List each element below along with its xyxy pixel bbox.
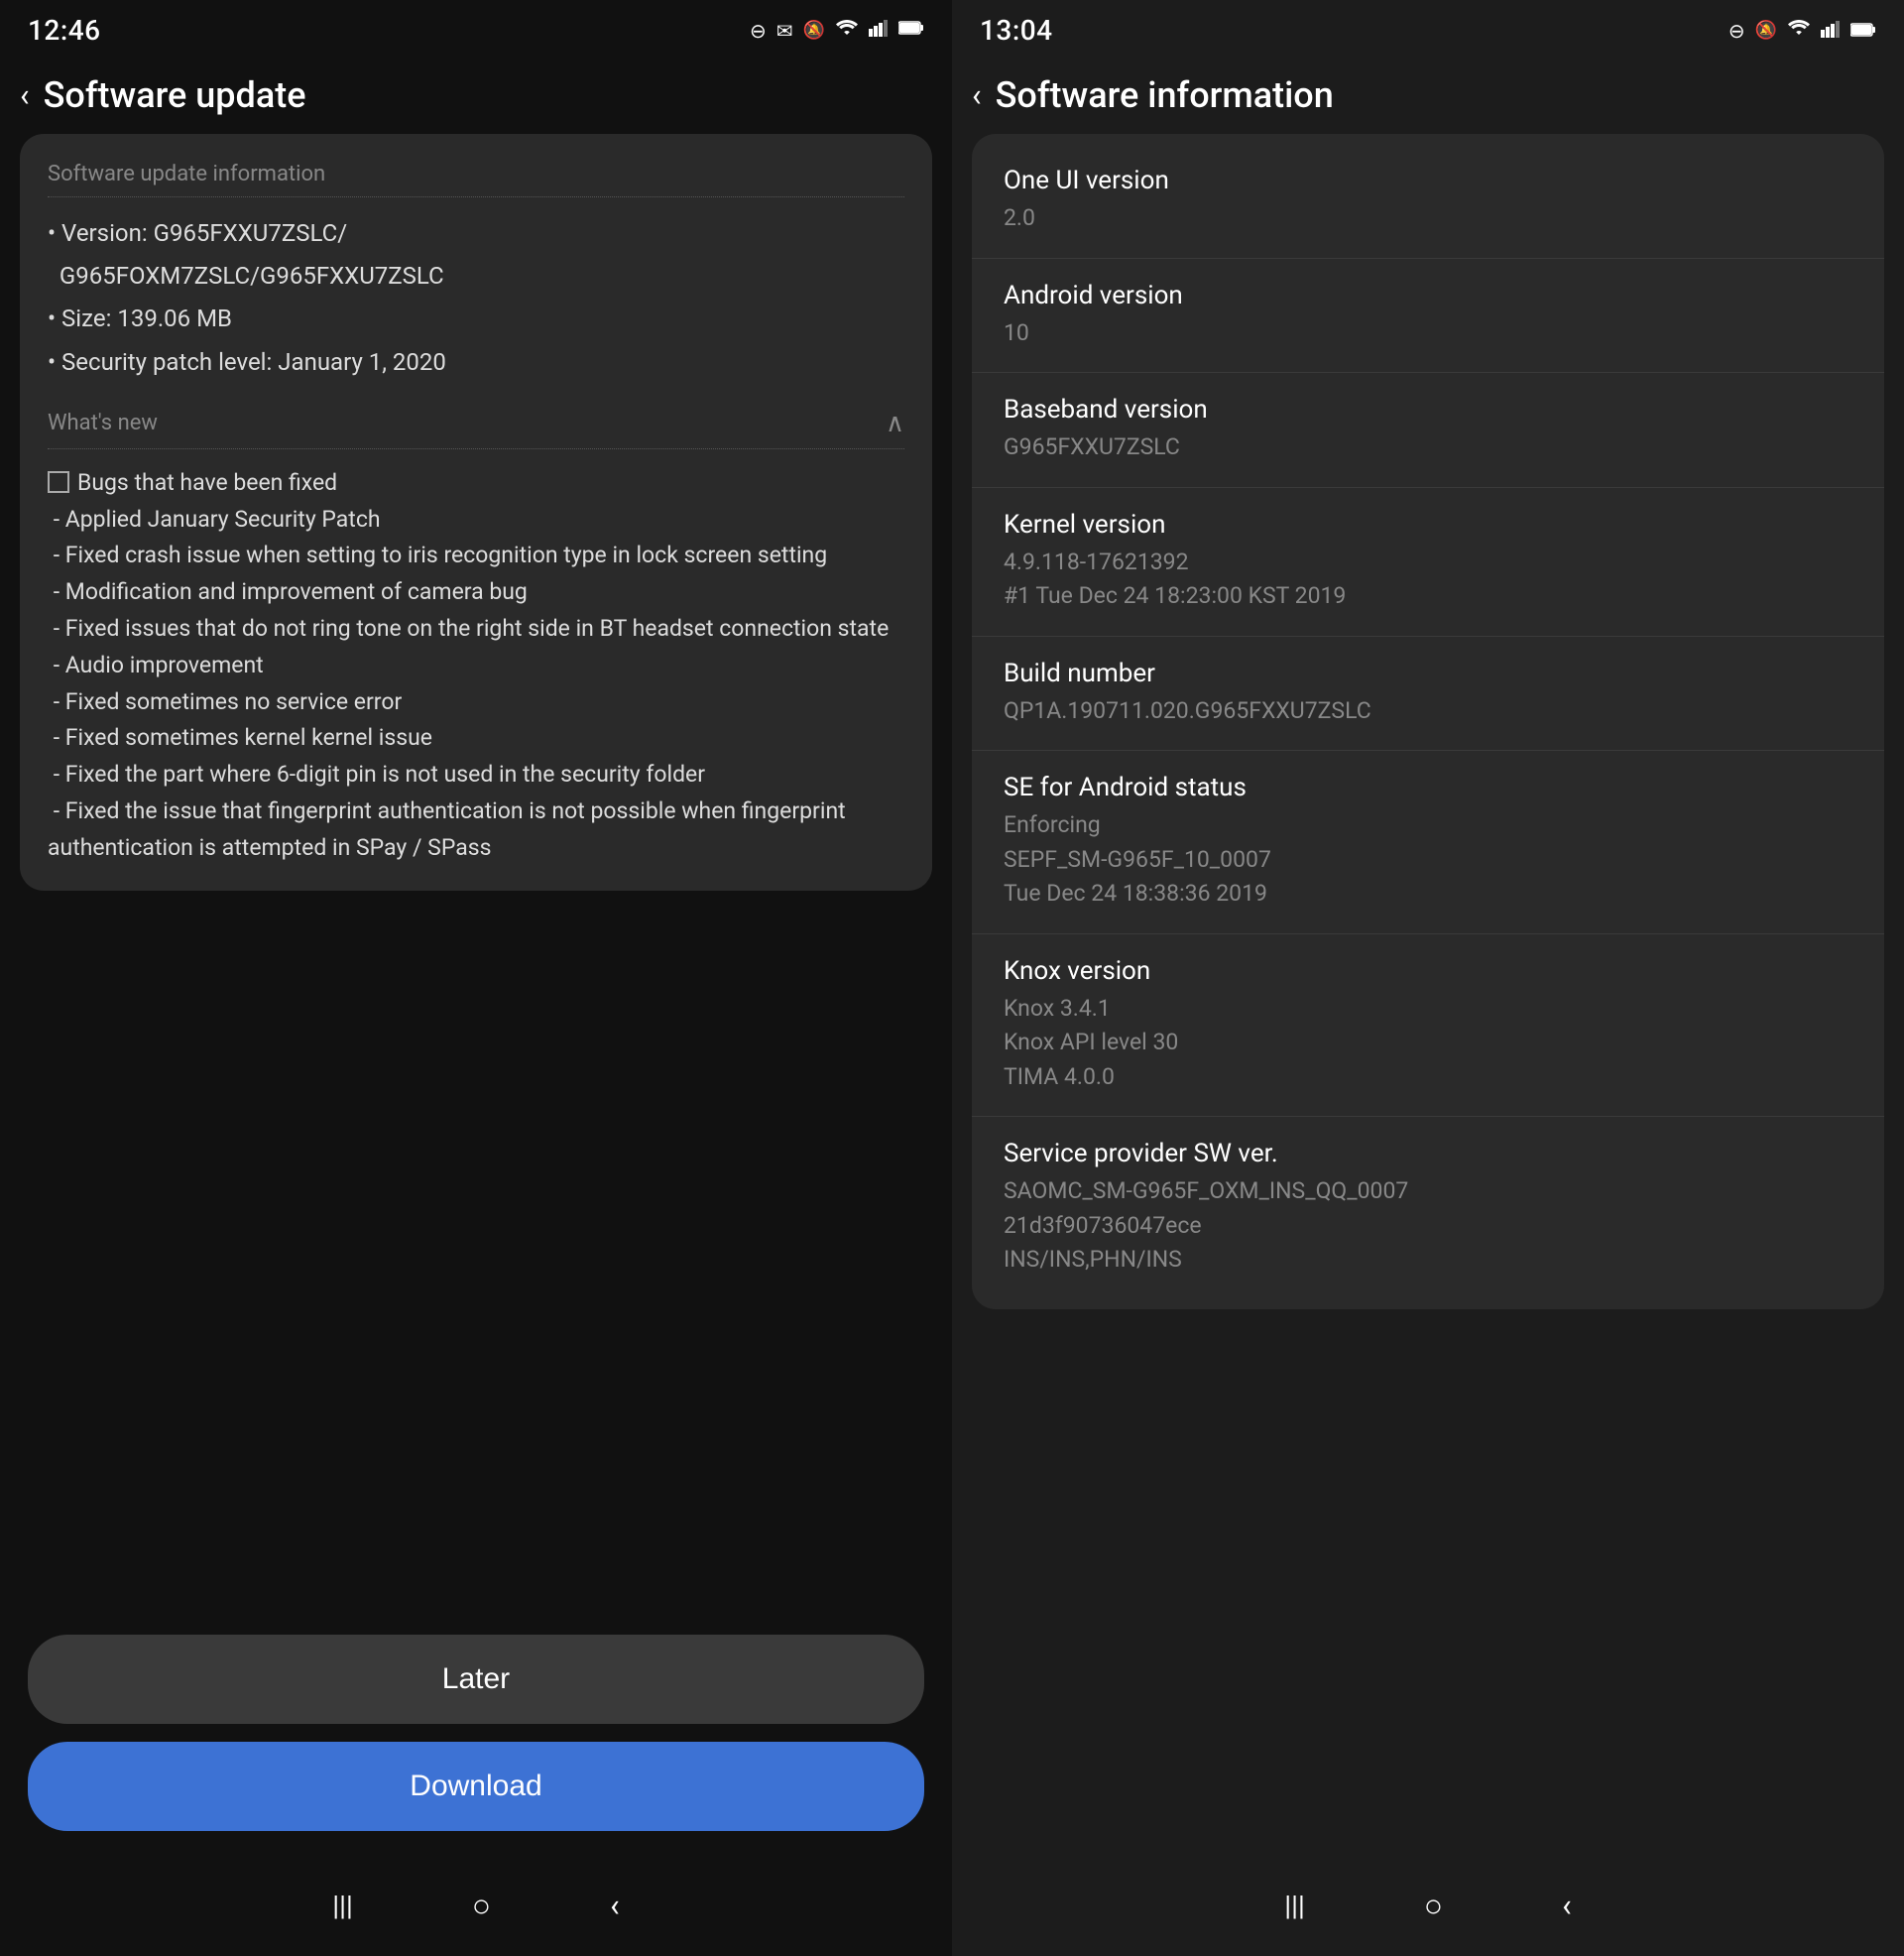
se-android-row: SE for Android status EnforcingSEPF_SM-G… (972, 751, 1884, 934)
whats-new-label: What's new (48, 411, 158, 435)
wifi-icon (835, 18, 859, 43)
build-number-value: QP1A.190711.020.G965FXXU7ZSLC (1004, 694, 1852, 729)
battery-icon (898, 20, 924, 41)
wifi-icon-right (1787, 18, 1811, 43)
page-title-left: Software update (44, 74, 306, 116)
right-content: One UI version 2.0 Android version 10 Ba… (952, 134, 1904, 1859)
button-area: Later Download (0, 1611, 952, 1859)
baseband-value: G965FXXU7ZSLC (1004, 430, 1852, 465)
info-card-left: Software update information • Version: G… (20, 134, 932, 891)
status-bar-right: 13:04 ⊖ 🔕 (952, 0, 1904, 57)
time-left: 12:46 (28, 14, 101, 47)
email-icon: ✉ (776, 19, 793, 43)
left-panel: 12:46 ⊖ ✉ 🔕 (0, 0, 952, 1956)
knox-row: Knox version Knox 3.4.1Knox API level 30… (972, 934, 1884, 1118)
back-nav-icon[interactable]: ‹ (610, 1887, 620, 1924)
mute-icon: 🔕 (803, 20, 825, 41)
do-not-disturb-icon-right: ⊖ (1728, 19, 1745, 43)
build-number-label: Build number (1004, 659, 1852, 688)
size-line: • Size: 139.06 MB (48, 301, 904, 337)
kernel-row: Kernel version 4.9.118-17621392#1 Tue De… (972, 488, 1884, 637)
recent-apps-icon-right[interactable]: ||| (1284, 1890, 1305, 1922)
nav-bar-left: ||| ○ ‹ (0, 1859, 952, 1956)
page-title-right: Software information (996, 74, 1334, 116)
home-icon[interactable]: ○ (472, 1887, 491, 1924)
build-number-row: Build number QP1A.190711.020.G965FXXU7ZS… (972, 637, 1884, 752)
knox-label: Knox version (1004, 956, 1852, 986)
software-info-card: One UI version 2.0 Android version 10 Ba… (972, 134, 1884, 1309)
baseband-row: Baseband version G965FXXU7ZSLC (972, 373, 1884, 488)
one-ui-label: One UI version (1004, 166, 1852, 195)
signal-icon (869, 19, 889, 42)
back-button-left[interactable]: ‹ (20, 79, 30, 111)
checkbox-icon (48, 471, 69, 493)
top-bar-right: ‹ Software information (952, 57, 1904, 134)
android-version-label: Android version (1004, 281, 1852, 310)
right-panel: 13:04 ⊖ 🔕 (952, 0, 1904, 1956)
battery-icon-right (1850, 19, 1876, 43)
home-icon-right[interactable]: ○ (1424, 1887, 1443, 1924)
signal-icon-right (1821, 19, 1841, 43)
top-bar-left: ‹ Software update (0, 57, 952, 134)
status-bar-left: 12:46 ⊖ ✉ 🔕 (0, 0, 952, 57)
se-android-value: EnforcingSEPF_SM-G965F_10_0007Tue Dec 24… (1004, 808, 1852, 912)
section-label-info: Software update information (48, 162, 904, 197)
status-icons-right: ⊖ 🔕 (1728, 18, 1876, 43)
changelog-text: Bugs that have been fixed - Applied Janu… (48, 465, 904, 867)
recent-apps-icon[interactable]: ||| (332, 1890, 353, 1922)
download-button[interactable]: Download (28, 1742, 924, 1831)
back-nav-icon-right[interactable]: ‹ (1562, 1887, 1572, 1924)
knox-value: Knox 3.4.1Knox API level 30TIMA 4.0.0 (1004, 992, 1852, 1095)
kernel-value: 4.9.118-17621392#1 Tue Dec 24 18:23:00 K… (1004, 546, 1852, 614)
version-line2: G965FOXM7ZSLC/G965FXXU7ZSLC (48, 258, 904, 295)
mute-icon-right: 🔕 (1755, 20, 1777, 41)
whats-new-header: What's new ∧ (48, 409, 904, 449)
one-ui-value: 2.0 (1004, 201, 1852, 236)
left-content: Software update information • Version: G… (0, 134, 952, 1611)
time-right: 13:04 (980, 14, 1053, 47)
service-provider-row: Service provider SW ver. SAOMC_SM-G965F_… (972, 1117, 1884, 1299)
baseband-label: Baseband version (1004, 395, 1852, 425)
chevron-up-icon[interactable]: ∧ (886, 409, 904, 438)
se-android-label: SE for Android status (1004, 773, 1852, 802)
version-line1: • Version: G965FXXU7ZSLC/ (48, 215, 904, 252)
nav-bar-right: ||| ○ ‹ (952, 1859, 1904, 1956)
status-icons-left: ⊖ ✉ 🔕 (750, 18, 924, 43)
back-button-right[interactable]: ‹ (972, 79, 982, 111)
one-ui-row: One UI version 2.0 (972, 144, 1884, 259)
security-patch-line: • Security patch level: January 1, 2020 (48, 344, 904, 381)
service-provider-value: SAOMC_SM-G965F_OXM_INS_QQ_000721d3f90736… (1004, 1174, 1852, 1278)
android-version-value: 10 (1004, 316, 1852, 351)
service-provider-label: Service provider SW ver. (1004, 1139, 1852, 1168)
android-version-row: Android version 10 (972, 259, 1884, 374)
kernel-label: Kernel version (1004, 510, 1852, 540)
later-button[interactable]: Later (28, 1635, 924, 1724)
do-not-disturb-icon: ⊖ (750, 19, 767, 43)
